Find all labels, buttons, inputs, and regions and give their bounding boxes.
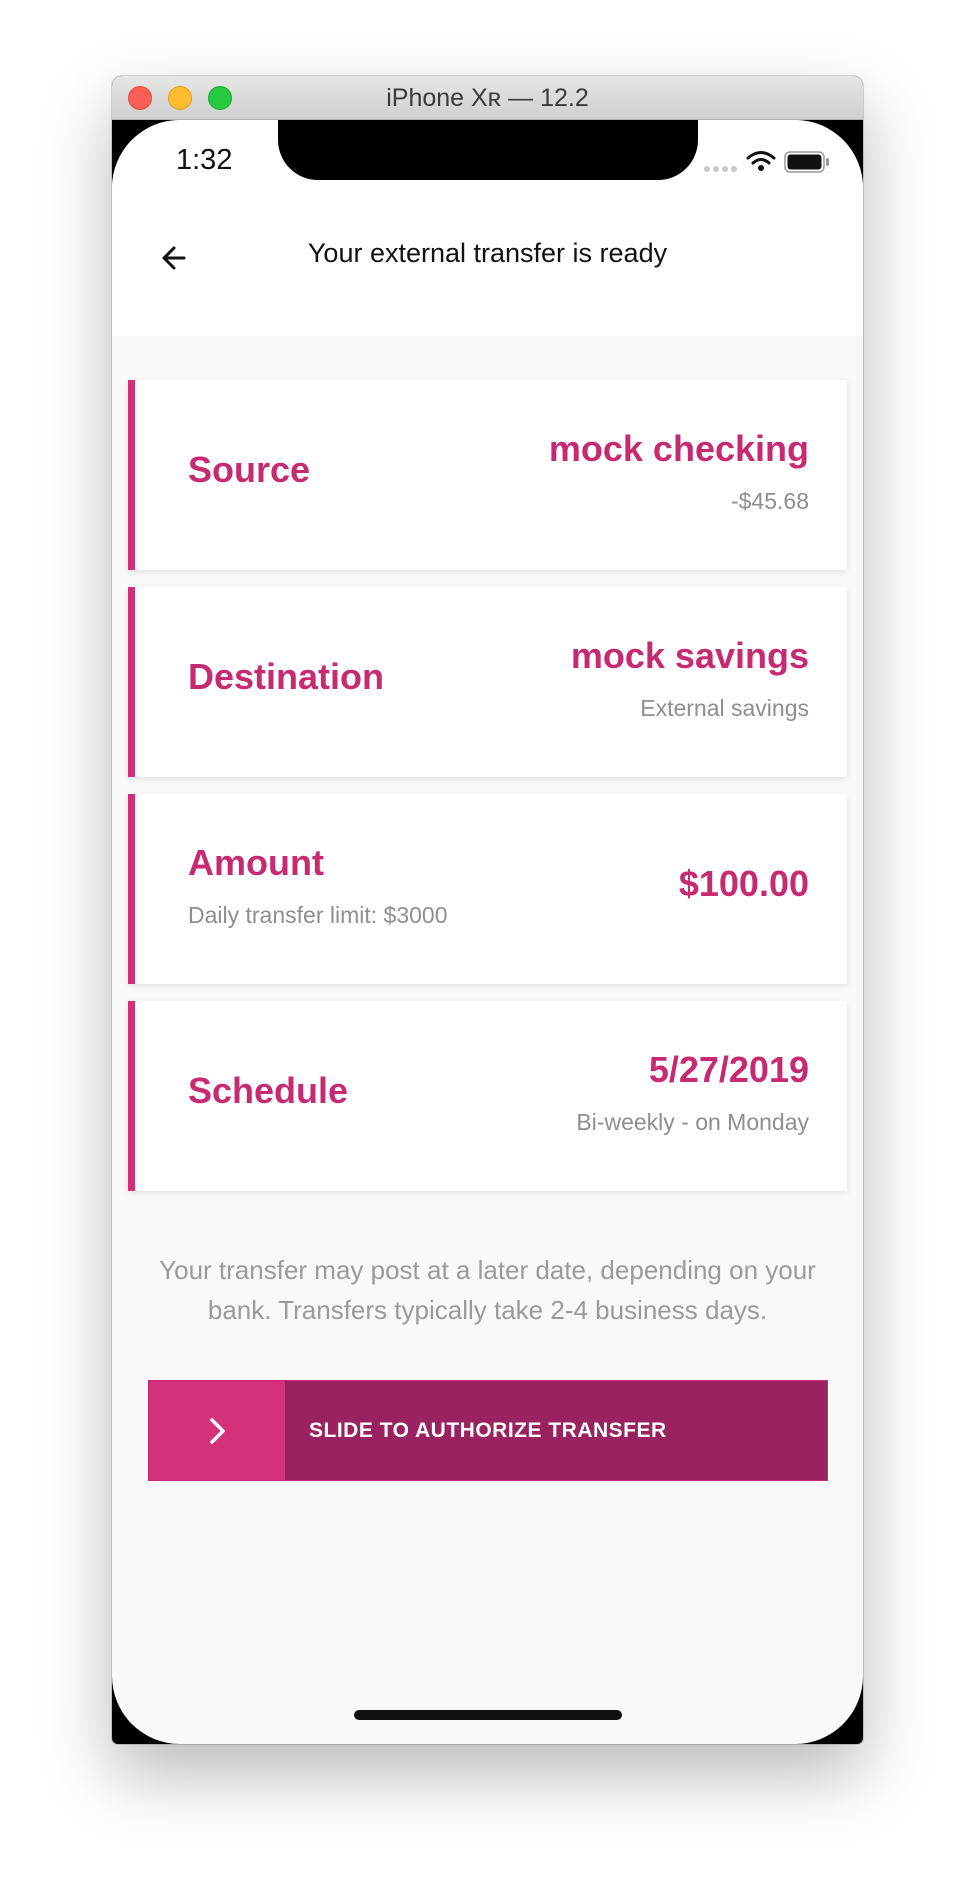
card-accent-bar xyxy=(128,587,135,777)
schedule-frequency: Bi-weekly - on Monday xyxy=(576,1109,809,1135)
window-titlebar: iPhone Xʀ — 12.2 xyxy=(112,76,863,120)
amount-card[interactable]: Amount Daily transfer limit: $3000 $100.… xyxy=(128,794,847,984)
schedule-date: 5/27/2019 xyxy=(648,1049,809,1090)
home-indicator[interactable] xyxy=(354,1710,622,1720)
destination-account-name: mock savings xyxy=(570,635,809,676)
simulator-window: iPhone Xʀ — 12.2 Your external transfer … xyxy=(112,76,863,1744)
window-title: iPhone Xʀ — 12.2 xyxy=(386,84,589,112)
source-card[interactable]: Source mock checking -$45.68 xyxy=(128,380,847,570)
destination-card[interactable]: Destination mock savings External saving… xyxy=(128,587,847,777)
schedule-card[interactable]: Schedule 5/27/2019 Bi-weekly - on Monday xyxy=(128,1001,847,1191)
slider-label: SLIDE TO AUTHORIZE TRANSFER xyxy=(309,1419,667,1442)
phone-screen: Your external transfer is ready 1:32 Sou… xyxy=(112,120,863,1744)
destination-label: Destination xyxy=(188,656,385,697)
device-notch xyxy=(278,120,698,180)
slider-handle[interactable] xyxy=(149,1381,285,1480)
schedule-label: Schedule xyxy=(188,1070,349,1111)
card-accent-bar xyxy=(128,380,135,570)
signal-icon xyxy=(704,166,737,172)
source-account-name: mock checking xyxy=(548,428,809,469)
source-balance: -$45.68 xyxy=(730,488,809,514)
destination-account-type: External savings xyxy=(640,695,809,721)
authorize-transfer-slider[interactable]: SLIDE TO AUTHORIZE TRANSFER xyxy=(148,1380,828,1481)
transfer-disclaimer: Your transfer may post at a later date, … xyxy=(159,1255,816,1325)
status-time: 1:32 xyxy=(176,144,233,176)
card-accent-bar xyxy=(128,794,135,984)
source-label: Source xyxy=(188,449,311,490)
transfer-amount: $100.00 xyxy=(678,863,809,904)
page-title: Your external transfer is ready xyxy=(307,238,668,268)
chevron-right-icon xyxy=(210,1418,225,1444)
card-accent-bar xyxy=(128,1001,135,1191)
daily-limit-text: Daily transfer limit: $3000 xyxy=(188,902,448,928)
wifi-icon xyxy=(746,151,776,171)
battery-icon xyxy=(784,151,829,173)
amount-label: Amount xyxy=(188,842,324,883)
